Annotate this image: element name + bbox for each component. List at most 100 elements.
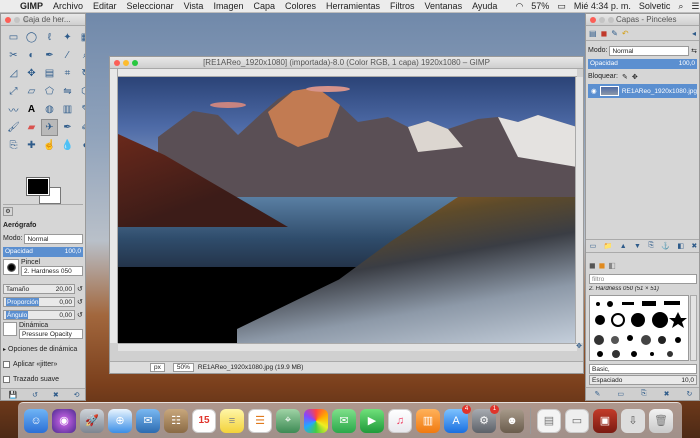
brush-preset-select[interactable]: Basic,: [589, 364, 697, 374]
duplicate-icon[interactable]: ⎘: [648, 242, 654, 250]
search-icon[interactable]: ⌕: [678, 1, 683, 12]
gradients-tab-icon[interactable]: ◧: [608, 261, 616, 270]
bucket-fill-icon[interactable]: ◍: [41, 101, 58, 118]
zoom-icon[interactable]: [608, 17, 614, 23]
vertical-ruler[interactable]: [110, 69, 118, 343]
reset-options-icon[interactable]: ⟲: [74, 391, 80, 399]
scale-icon[interactable]: ⤢: [5, 83, 22, 100]
lock-position-icon[interactable]: ✥: [632, 73, 638, 81]
image-canvas[interactable]: [118, 77, 577, 343]
airbrush-icon[interactable]: ✈: [41, 119, 58, 136]
delete-layer-icon[interactable]: ✖: [691, 242, 697, 250]
tool-options-tab-icon[interactable]: ⚙: [3, 207, 13, 216]
cage-icon[interactable]: ⬡: [77, 83, 85, 100]
rotate-icon[interactable]: ↻: [77, 65, 85, 82]
save-preset-icon[interactable]: 💾: [8, 391, 17, 399]
menu-ayuda[interactable]: Ayuda: [472, 1, 497, 11]
new-group-icon[interactable]: 📁: [604, 242, 613, 250]
siri-icon[interactable]: ◉: [52, 408, 76, 433]
smudge-icon[interactable]: ☝: [41, 137, 58, 154]
layer-opacity-slider[interactable]: Opacidad 100,0: [588, 58, 697, 69]
blend-icon[interactable]: ▥: [59, 101, 76, 118]
menu-seleccionar[interactable]: Seleccionar: [127, 1, 174, 11]
brush-grid[interactable]: [589, 295, 689, 361]
menu-vista[interactable]: Vista: [184, 1, 204, 11]
user-name[interactable]: Solvetic: [639, 1, 671, 11]
clone-icon[interactable]: ⎘: [5, 137, 22, 154]
brush-filter-input[interactable]: filtro: [589, 274, 697, 284]
folder-stack-icon[interactable]: ▭: [565, 408, 589, 433]
edit-brush-icon[interactable]: ✎: [595, 390, 601, 398]
tab-menu-icon[interactable]: ◂: [692, 29, 696, 38]
align-icon[interactable]: ▤: [41, 65, 58, 82]
patterns-tab-icon[interactable]: ◼: [599, 261, 606, 270]
duplicate-brush-icon[interactable]: ⎘: [641, 390, 647, 398]
fg-bg-colors[interactable]: [26, 177, 63, 206]
menu-editar[interactable]: Editar: [93, 1, 117, 11]
magnify-icon[interactable]: ⌕: [77, 47, 85, 64]
layer-mode-select[interactable]: Normal: [609, 45, 690, 56]
menu-app[interactable]: GIMP: [20, 1, 43, 11]
menu-ventanas[interactable]: Ventanas: [425, 1, 463, 11]
jitter-checkbox[interactable]: [3, 361, 10, 368]
mode-toggle-icon[interactable]: ⇆: [691, 47, 697, 55]
scissors-icon[interactable]: ✂: [5, 47, 22, 64]
reset-size-icon[interactable]: ↺: [77, 285, 83, 293]
delete-preset-icon[interactable]: ✖: [53, 391, 59, 399]
smooth-checkbox[interactable]: [3, 376, 10, 383]
measure-icon[interactable]: ◿: [5, 65, 22, 82]
battery-label[interactable]: 57%: [531, 1, 549, 11]
perspective-icon[interactable]: ⬠: [41, 83, 58, 100]
brush-name-field[interactable]: 2. Hardness 050: [21, 266, 83, 276]
brush-preview[interactable]: [3, 259, 19, 275]
brush-grid-scrollbar[interactable]: [690, 295, 697, 361]
mode-select[interactable]: Normal: [24, 233, 83, 244]
rect-select-icon[interactable]: ▭: [5, 29, 22, 46]
blur-icon[interactable]: 💧: [59, 137, 76, 154]
reminders-icon[interactable]: ☰: [248, 408, 272, 433]
menu-filtros[interactable]: Filtros: [390, 1, 415, 11]
close-icon[interactable]: [5, 17, 11, 23]
move-icon[interactable]: ✥: [23, 65, 40, 82]
mask-icon[interactable]: ◧: [677, 242, 684, 250]
expander-icon[interactable]: ▸: [3, 346, 6, 353]
size-slider[interactable]: Tamaño 20,00: [3, 283, 75, 294]
minimize-icon[interactable]: [14, 17, 20, 23]
battery-icon[interactable]: ▭: [557, 1, 566, 12]
menu-icon[interactable]: ☰: [691, 1, 699, 12]
warp-icon[interactable]: 〰: [5, 101, 22, 118]
mail-icon[interactable]: ✉: [136, 408, 160, 433]
anchor-icon[interactable]: ⚓: [661, 242, 670, 250]
menu-imagen[interactable]: Imagen: [213, 1, 243, 11]
navigate-icon[interactable]: ✥: [575, 343, 583, 351]
opacity-slider[interactable]: Opacidad 100,0: [3, 246, 83, 257]
finder-icon[interactable]: ☺: [24, 408, 48, 433]
lasso-icon[interactable]: ℓ: [41, 29, 58, 46]
pencil-icon[interactable]: ✎: [77, 101, 85, 118]
unit-select[interactable]: px: [150, 363, 165, 372]
paths-tab-icon[interactable]: ✎: [611, 29, 618, 38]
dodge-burn-icon[interactable]: ●: [77, 137, 85, 154]
facetime-icon[interactable]: ▶: [360, 408, 384, 433]
foreground-select-icon[interactable]: ◐: [23, 47, 40, 64]
fuzzy-select-icon[interactable]: ✦: [59, 29, 76, 46]
downloads-icon[interactable]: ⇩: [621, 408, 645, 433]
layer-row[interactable]: ◉ RE1AReo_1920x1080.jpg: [588, 84, 697, 98]
paintbrush-icon[interactable]: 🖌: [5, 119, 22, 136]
foreground-color-swatch[interactable]: [26, 177, 50, 196]
messages-icon[interactable]: ✉: [332, 408, 356, 433]
music-icon[interactable]: ♫: [388, 408, 412, 433]
flip-icon[interactable]: ⇋: [59, 83, 76, 100]
dynamics-preview-icon[interactable]: [3, 322, 17, 336]
app-store-icon[interactable]: A4: [444, 404, 471, 433]
safari-icon[interactable]: ⊕: [108, 408, 132, 433]
menu-capa[interactable]: Capa: [253, 1, 275, 11]
shear-icon[interactable]: ▱: [23, 83, 40, 100]
menu-colores[interactable]: Colores: [285, 1, 316, 11]
layers-tab-icon[interactable]: ▤: [589, 29, 597, 38]
trash-icon[interactable]: 🗑: [649, 408, 673, 433]
reset-angle-icon[interactable]: ↺: [77, 311, 83, 319]
ellipse-select-icon[interactable]: ◯: [23, 29, 40, 46]
color-picker-icon[interactable]: ⁄: [59, 47, 76, 64]
dynamics-field[interactable]: Pressure Opacity: [19, 329, 83, 339]
